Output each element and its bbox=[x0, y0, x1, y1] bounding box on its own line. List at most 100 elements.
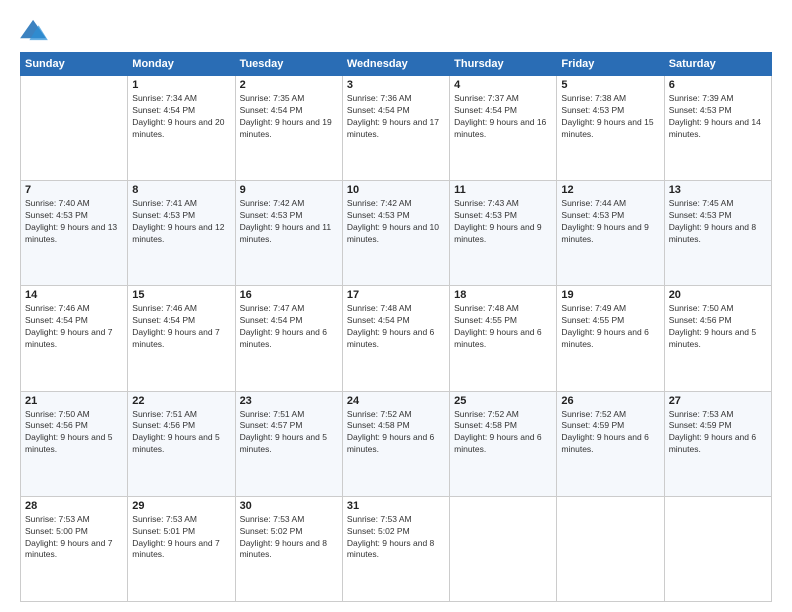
day-info: Sunrise: 7:51 AMSunset: 4:57 PMDaylight:… bbox=[240, 409, 338, 457]
day-cell: 31 Sunrise: 7:53 AMSunset: 5:02 PMDayligh… bbox=[342, 496, 449, 601]
day-info: Sunrise: 7:45 AMSunset: 4:53 PMDaylight:… bbox=[669, 198, 767, 246]
day-info: Sunrise: 7:53 AMSunset: 4:59 PMDaylight:… bbox=[669, 409, 767, 457]
day-number: 6 bbox=[669, 79, 767, 91]
day-number: 19 bbox=[561, 289, 659, 301]
day-info: Sunrise: 7:42 AMSunset: 4:53 PMDaylight:… bbox=[240, 198, 338, 246]
day-cell: 24 Sunrise: 7:52 AMSunset: 4:58 PMDayligh… bbox=[342, 391, 449, 496]
day-cell: 19 Sunrise: 7:49 AMSunset: 4:55 PMDayligh… bbox=[557, 286, 664, 391]
day-cell: 25Sunrise: 7:52 AMSunset: 4:58 PMDayligh… bbox=[450, 391, 557, 496]
day-number: 10 bbox=[347, 184, 445, 196]
day-number: 15 bbox=[132, 289, 230, 301]
day-number: 31 bbox=[347, 500, 445, 512]
day-cell bbox=[21, 76, 128, 181]
day-cell bbox=[450, 496, 557, 601]
day-number: 2 bbox=[240, 79, 338, 91]
day-cell: 6 Sunrise: 7:39 AMSunset: 4:53 PMDaylight… bbox=[664, 76, 771, 181]
day-cell: 22Sunrise: 7:51 AMSunset: 4:56 PMDayligh… bbox=[128, 391, 235, 496]
day-info: Sunrise: 7:46 AMSunset: 4:54 PMDaylight:… bbox=[25, 303, 123, 351]
day-info: Sunrise: 7:47 AMSunset: 4:54 PMDaylight:… bbox=[240, 303, 338, 351]
day-cell: 30 Sunrise: 7:53 AMSunset: 5:02 PMDayligh… bbox=[235, 496, 342, 601]
day-info: Sunrise: 7:52 AMSunset: 4:58 PMDaylight:… bbox=[347, 409, 445, 457]
day-number: 14 bbox=[25, 289, 123, 301]
day-cell: 9 Sunrise: 7:42 AMSunset: 4:53 PMDaylight… bbox=[235, 181, 342, 286]
day-info: Sunrise: 7:49 AMSunset: 4:55 PMDaylight:… bbox=[561, 303, 659, 351]
day-number: 8 bbox=[132, 184, 230, 196]
day-number: 1 bbox=[132, 79, 230, 91]
day-number: 22 bbox=[132, 395, 230, 407]
day-cell bbox=[664, 496, 771, 601]
day-number: 30 bbox=[240, 500, 338, 512]
day-number: 12 bbox=[561, 184, 659, 196]
day-cell: 18 Sunrise: 7:48 AMSunset: 4:55 PMDayligh… bbox=[450, 286, 557, 391]
weekday-header-row: SundayMondayTuesdayWednesdayThursdayFrid… bbox=[21, 53, 772, 76]
weekday-header-thursday: Thursday bbox=[450, 53, 557, 76]
day-cell: 28 Sunrise: 7:53 AMSunset: 5:00 PMDayligh… bbox=[21, 496, 128, 601]
day-number: 29 bbox=[132, 500, 230, 512]
calendar: SundayMondayTuesdayWednesdayThursdayFrid… bbox=[20, 52, 772, 602]
day-number: 23 bbox=[240, 395, 338, 407]
day-cell: 27 Sunrise: 7:53 AMSunset: 4:59 PMDayligh… bbox=[664, 391, 771, 496]
day-cell: 2 Sunrise: 7:35 AMSunset: 4:54 PMDaylight… bbox=[235, 76, 342, 181]
day-number: 18 bbox=[454, 289, 552, 301]
day-number: 11 bbox=[454, 184, 552, 196]
day-number: 25 bbox=[454, 395, 552, 407]
day-cell: 29 Sunrise: 7:53 AMSunset: 5:01 PMDayligh… bbox=[128, 496, 235, 601]
day-number: 27 bbox=[669, 395, 767, 407]
weekday-header-wednesday: Wednesday bbox=[342, 53, 449, 76]
day-cell: 20Sunrise: 7:50 AMSunset: 4:56 PMDayligh… bbox=[664, 286, 771, 391]
day-info: Sunrise: 7:43 AMSunset: 4:53 PMDaylight:… bbox=[454, 198, 552, 246]
day-cell: 23 Sunrise: 7:51 AMSunset: 4:57 PMDayligh… bbox=[235, 391, 342, 496]
day-info: Sunrise: 7:35 AMSunset: 4:54 PMDaylight:… bbox=[240, 93, 338, 141]
day-info: Sunrise: 7:39 AMSunset: 4:53 PMDaylight:… bbox=[669, 93, 767, 141]
day-info: Sunrise: 7:40 AMSunset: 4:53 PMDaylight:… bbox=[25, 198, 123, 246]
day-number: 7 bbox=[25, 184, 123, 196]
week-row-2: 7 Sunrise: 7:40 AMSunset: 4:53 PMDaylight… bbox=[21, 181, 772, 286]
week-row-3: 14 Sunrise: 7:46 AMSunset: 4:54 PMDayligh… bbox=[21, 286, 772, 391]
day-info: Sunrise: 7:53 AMSunset: 5:02 PMDaylight:… bbox=[347, 514, 445, 562]
day-number: 24 bbox=[347, 395, 445, 407]
day-number: 4 bbox=[454, 79, 552, 91]
day-cell bbox=[557, 496, 664, 601]
day-cell: 1Sunrise: 7:34 AMSunset: 4:54 PMDaylight… bbox=[128, 76, 235, 181]
day-number: 28 bbox=[25, 500, 123, 512]
day-cell: 7 Sunrise: 7:40 AMSunset: 4:53 PMDaylight… bbox=[21, 181, 128, 286]
day-cell: 17 Sunrise: 7:48 AMSunset: 4:54 PMDayligh… bbox=[342, 286, 449, 391]
header bbox=[20, 18, 772, 42]
page: SundayMondayTuesdayWednesdayThursdayFrid… bbox=[0, 0, 792, 612]
day-info: Sunrise: 7:48 AMSunset: 4:55 PMDaylight:… bbox=[454, 303, 552, 351]
day-cell: 21Sunrise: 7:50 AMSunset: 4:56 PMDayligh… bbox=[21, 391, 128, 496]
weekday-header-sunday: Sunday bbox=[21, 53, 128, 76]
day-info: Sunrise: 7:53 AMSunset: 5:02 PMDaylight:… bbox=[240, 514, 338, 562]
day-info: Sunrise: 7:48 AMSunset: 4:54 PMDaylight:… bbox=[347, 303, 445, 351]
day-info: Sunrise: 7:53 AMSunset: 5:00 PMDaylight:… bbox=[25, 514, 123, 562]
weekday-header-tuesday: Tuesday bbox=[235, 53, 342, 76]
day-cell: 4 Sunrise: 7:37 AMSunset: 4:54 PMDaylight… bbox=[450, 76, 557, 181]
week-row-4: 21Sunrise: 7:50 AMSunset: 4:56 PMDayligh… bbox=[21, 391, 772, 496]
day-number: 21 bbox=[25, 395, 123, 407]
day-info: Sunrise: 7:36 AMSunset: 4:54 PMDaylight:… bbox=[347, 93, 445, 141]
day-cell: 14 Sunrise: 7:46 AMSunset: 4:54 PMDayligh… bbox=[21, 286, 128, 391]
day-cell: 26Sunrise: 7:52 AMSunset: 4:59 PMDayligh… bbox=[557, 391, 664, 496]
day-cell: 15 Sunrise: 7:46 AMSunset: 4:54 PMDayligh… bbox=[128, 286, 235, 391]
day-info: Sunrise: 7:46 AMSunset: 4:54 PMDaylight:… bbox=[132, 303, 230, 351]
day-info: Sunrise: 7:53 AMSunset: 5:01 PMDaylight:… bbox=[132, 514, 230, 562]
week-row-1: 1Sunrise: 7:34 AMSunset: 4:54 PMDaylight… bbox=[21, 76, 772, 181]
day-number: 13 bbox=[669, 184, 767, 196]
day-info: Sunrise: 7:38 AMSunset: 4:53 PMDaylight:… bbox=[561, 93, 659, 141]
day-number: 3 bbox=[347, 79, 445, 91]
day-cell: 5Sunrise: 7:38 AMSunset: 4:53 PMDaylight… bbox=[557, 76, 664, 181]
day-info: Sunrise: 7:37 AMSunset: 4:54 PMDaylight:… bbox=[454, 93, 552, 141]
day-number: 17 bbox=[347, 289, 445, 301]
day-cell: 11 Sunrise: 7:43 AMSunset: 4:53 PMDayligh… bbox=[450, 181, 557, 286]
week-row-5: 28 Sunrise: 7:53 AMSunset: 5:00 PMDayligh… bbox=[21, 496, 772, 601]
day-number: 9 bbox=[240, 184, 338, 196]
weekday-header-saturday: Saturday bbox=[664, 53, 771, 76]
day-info: Sunrise: 7:50 AMSunset: 4:56 PMDaylight:… bbox=[669, 303, 767, 351]
day-cell: 8Sunrise: 7:41 AMSunset: 4:53 PMDaylight… bbox=[128, 181, 235, 286]
day-number: 16 bbox=[240, 289, 338, 301]
logo-icon bbox=[20, 18, 48, 42]
day-info: Sunrise: 7:42 AMSunset: 4:53 PMDaylight:… bbox=[347, 198, 445, 246]
day-info: Sunrise: 7:44 AMSunset: 4:53 PMDaylight:… bbox=[561, 198, 659, 246]
day-info: Sunrise: 7:52 AMSunset: 4:59 PMDaylight:… bbox=[561, 409, 659, 457]
day-cell: 3 Sunrise: 7:36 AMSunset: 4:54 PMDaylight… bbox=[342, 76, 449, 181]
